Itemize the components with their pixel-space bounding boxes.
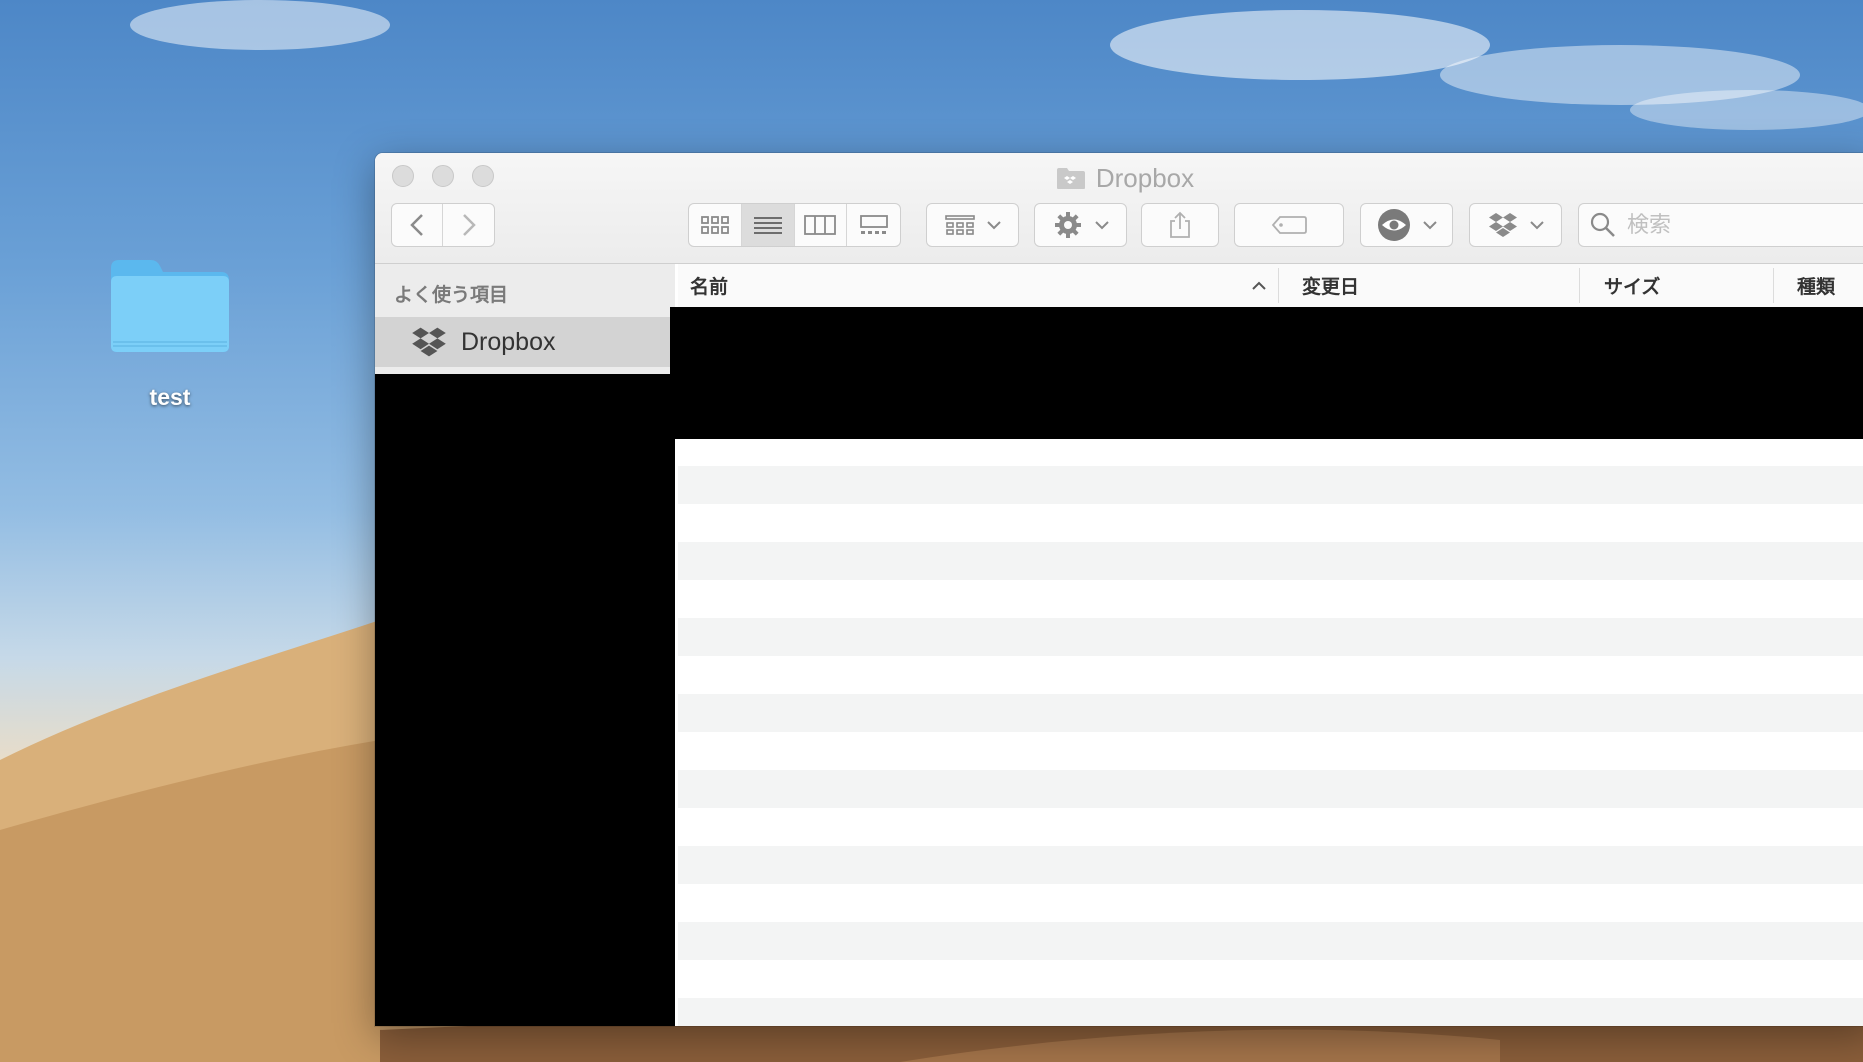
- folder-icon: [1056, 166, 1086, 197]
- columns-icon: [804, 215, 837, 235]
- back-button[interactable]: [392, 204, 444, 246]
- chevron-right-icon: [462, 214, 476, 236]
- column-header-label: 種類: [1797, 276, 1836, 298]
- list-view-button[interactable]: [741, 204, 795, 246]
- column-header-date[interactable]: 変更日: [1279, 264, 1579, 307]
- group-by-button[interactable]: [926, 203, 1019, 247]
- gear-icon: [1054, 212, 1081, 238]
- list-row: [678, 884, 1863, 922]
- tag-icon: [1271, 216, 1307, 234]
- list-icon: [753, 217, 782, 234]
- list-row: [678, 618, 1863, 656]
- list-row: [678, 656, 1863, 694]
- redacted-area: [670, 307, 1863, 439]
- column-header-name[interactable]: 名前: [678, 264, 1278, 307]
- toolbar: Dropbox: [375, 153, 1863, 264]
- list-row: [678, 542, 1863, 580]
- grid-icon: [700, 216, 729, 234]
- column-header-label: 名前: [690, 276, 729, 298]
- window-title-text: Dropbox: [1095, 163, 1195, 193]
- window-title: Dropbox: [375, 163, 1863, 197]
- view-mode-control: [688, 203, 901, 247]
- finder-window: Dropbox 検索 よく使う項目 Dropbox 名前 変更日 サイズ 種類: [375, 153, 1863, 1026]
- desktop-folder-label: test: [149, 384, 191, 410]
- list-row: [678, 504, 1863, 542]
- column-header-size[interactable]: サイズ: [1580, 264, 1773, 307]
- action-menu-button[interactable]: [1034, 203, 1127, 247]
- list-row: [678, 732, 1863, 770]
- list-row: [678, 808, 1863, 846]
- list-row: [678, 846, 1863, 884]
- tags-button[interactable]: [1234, 203, 1344, 247]
- column-view-button[interactable]: [795, 204, 848, 246]
- share-button[interactable]: [1141, 203, 1219, 247]
- list-row: [678, 998, 1863, 1026]
- chevron-up-icon: [1252, 281, 1266, 290]
- list-row: [678, 580, 1863, 618]
- column-header-kind[interactable]: 種類: [1774, 264, 1863, 307]
- list-row: [678, 922, 1863, 960]
- list-row: [678, 466, 1863, 504]
- sidebar-item-dropbox[interactable]: Dropbox: [375, 317, 675, 367]
- nav-buttons: [391, 203, 495, 247]
- desktop-folder-test[interactable]: test: [100, 250, 240, 411]
- gallery-view-button[interactable]: [847, 204, 900, 246]
- preview-menu-button[interactable]: [1360, 203, 1453, 247]
- sidebar-favorites: よく使う項目 Dropbox: [375, 264, 675, 374]
- list-header: 名前 変更日 サイズ 種類: [678, 264, 1863, 308]
- chevron-down-icon: [986, 221, 1001, 230]
- dropbox-icon: [1488, 213, 1517, 237]
- group-icon: [944, 215, 975, 235]
- chevron-down-icon: [1529, 221, 1544, 230]
- dropbox-menu-button[interactable]: [1469, 203, 1562, 247]
- folder-icon: [107, 250, 233, 356]
- search-input[interactable]: [1625, 211, 1863, 239]
- forward-button[interactable]: [443, 204, 494, 246]
- sidebar-item-label: Dropbox: [461, 327, 556, 356]
- list-row: [678, 960, 1863, 998]
- list-row: [678, 439, 1863, 466]
- dropbox-icon: [412, 327, 446, 357]
- eye-icon: [1377, 209, 1410, 241]
- empty-rows: [678, 439, 1863, 1026]
- sidebar-section-title: よく使う項目: [394, 284, 509, 306]
- sidebar: よく使う項目 Dropbox: [375, 264, 675, 1026]
- list-row: [678, 770, 1863, 808]
- chevron-down-icon: [1422, 221, 1437, 230]
- search-icon: [1590, 212, 1615, 237]
- chevron-left-icon: [410, 214, 423, 236]
- column-header-label: 変更日: [1302, 276, 1360, 298]
- search-field[interactable]: [1578, 203, 1863, 247]
- file-list: 名前 変更日 サイズ 種類: [670, 264, 1863, 1026]
- chevron-down-icon: [1094, 221, 1109, 230]
- share-icon: [1170, 211, 1190, 238]
- column-header-label: サイズ: [1604, 276, 1661, 298]
- list-row: [678, 694, 1863, 732]
- icon-view-button[interactable]: [689, 204, 742, 246]
- gallery-icon: [859, 215, 888, 234]
